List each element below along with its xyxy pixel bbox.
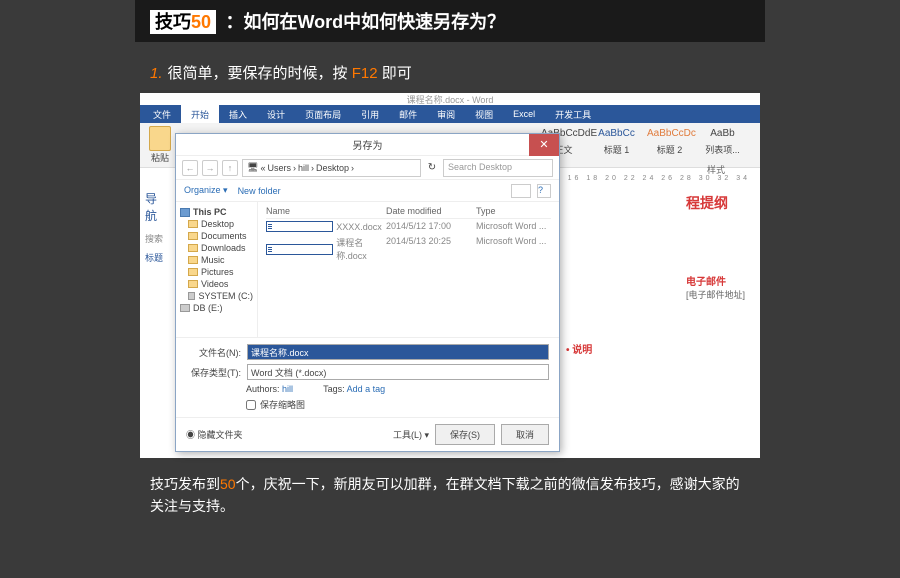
ruler: 16 18 20 22 24 26 28 30 32 34 bbox=[568, 175, 750, 182]
filename-input[interactable]: 课程名称.docx bbox=[247, 344, 549, 360]
save-as-dialog: 另存为 ✕ ← → ↑ 🖥 « Users › hill › Desktop ›… bbox=[175, 133, 560, 452]
word-screenshot: 课程名称.docx - Word 文件 开始 插入 设计 页面布局 引用 邮件 … bbox=[140, 93, 760, 458]
address-bar: ← → ↑ 🖥 « Users › hill › Desktop › ↻ Sea… bbox=[176, 156, 559, 180]
tab-home[interactable]: 开始 bbox=[181, 105, 219, 124]
close-button[interactable]: ✕ bbox=[529, 134, 559, 156]
tab-ref[interactable]: 引用 bbox=[351, 105, 389, 124]
help-button[interactable]: ? bbox=[537, 184, 551, 198]
tab-excel[interactable]: Excel bbox=[503, 106, 545, 122]
forward-button[interactable]: → bbox=[202, 160, 218, 176]
drive-icon bbox=[188, 292, 195, 300]
footer-text: 技巧发布到50个，庆祝一下，新朋友可以加群，在群文档下载之前的微信发布技巧，感谢… bbox=[135, 473, 765, 518]
document-background: 程提纲 电子邮件 [电子邮件地址] • 说明 bbox=[686, 193, 745, 356]
thumbnail-label: 保存缩略图 bbox=[260, 398, 305, 411]
tab-layout[interactable]: 页面布局 bbox=[295, 105, 351, 124]
drive-icon bbox=[180, 304, 190, 312]
col-type[interactable]: Type bbox=[476, 206, 551, 216]
styles-label: 样式 bbox=[707, 163, 725, 176]
file-row[interactable]: XXXX.docx 2014/5/12 17:00 Microsoft Word… bbox=[266, 219, 551, 234]
clipboard-icon bbox=[149, 126, 171, 151]
tags-value[interactable]: Add a tag bbox=[347, 384, 386, 394]
tools-button[interactable]: 工具(L) ▾ bbox=[393, 428, 429, 441]
col-name[interactable]: Name bbox=[266, 206, 386, 216]
folder-icon bbox=[188, 244, 198, 252]
navigation-pane: 导航 搜索 标题 bbox=[140, 185, 170, 269]
title-bar: 技巧50 ：如何在Word中如何快速另存为？ bbox=[135, 0, 765, 42]
thumbnail-checkbox[interactable] bbox=[246, 400, 256, 410]
view-button[interactable] bbox=[511, 184, 531, 198]
up-button[interactable]: ↑ bbox=[222, 160, 238, 176]
breadcrumb[interactable]: 🖥 « Users › hill › Desktop › bbox=[242, 159, 421, 177]
tip-badge: 技巧50 bbox=[150, 10, 216, 34]
hide-folders-button[interactable]: ◉ 隐藏文件夹 bbox=[186, 428, 243, 441]
filename-label: 文件名(N): bbox=[186, 346, 241, 359]
word-doc-icon bbox=[266, 244, 333, 255]
pc-icon: 🖥 bbox=[247, 162, 258, 173]
folder-icon bbox=[188, 268, 198, 276]
word-titlebar: 课程名称.docx - Word bbox=[140, 93, 760, 105]
word-doc-icon bbox=[266, 221, 333, 232]
tab-dev[interactable]: 开发工具 bbox=[545, 105, 601, 124]
file-row[interactable]: 课程名称.docx 2014/5/13 20:25 Microsoft Word… bbox=[266, 234, 551, 264]
organize-button[interactable]: Organize ▾ bbox=[184, 185, 228, 196]
search-input[interactable]: Search Desktop bbox=[443, 159, 553, 177]
tab-file[interactable]: 文件 bbox=[143, 105, 181, 124]
file-list[interactable]: Name Date modified Type XXXX.docx 2014/5… bbox=[258, 202, 559, 337]
dialog-toolbar: Organize ▾ New folder ? bbox=[176, 180, 559, 202]
title-text: ：如何在Word中如何快速另存为？ bbox=[225, 12, 505, 32]
ribbon-tabs: 文件 开始 插入 设计 页面布局 引用 邮件 审阅 视图 Excel 开发工具 bbox=[140, 105, 760, 123]
folder-icon bbox=[188, 232, 198, 240]
tab-insert[interactable]: 插入 bbox=[219, 105, 257, 124]
styles-gallery[interactable]: AaBbCcDdE正文 AaBbCc标题 1 AaBbCcDc标题 2 AaBb… bbox=[541, 128, 745, 156]
pc-icon bbox=[180, 208, 190, 217]
folder-icon bbox=[188, 220, 198, 228]
author-value[interactable]: hill bbox=[282, 384, 293, 394]
instruction-line: 1.很简单，要保存的时候，按 F12 即可 bbox=[150, 62, 765, 83]
folder-icon bbox=[188, 256, 198, 264]
col-date[interactable]: Date modified bbox=[386, 206, 476, 216]
back-button[interactable]: ← bbox=[182, 160, 198, 176]
filetype-label: 保存类型(T): bbox=[186, 366, 241, 379]
dialog-titlebar: 另存为 ✕ bbox=[176, 134, 559, 156]
save-button[interactable]: 保存(S) bbox=[435, 424, 495, 445]
cancel-button[interactable]: 取消 bbox=[501, 424, 549, 445]
sidebar-tree[interactable]: This PC Desktop Documents Downloads Musi… bbox=[176, 202, 258, 337]
folder-icon bbox=[188, 280, 198, 288]
tab-design[interactable]: 设计 bbox=[257, 105, 295, 124]
tab-mail[interactable]: 邮件 bbox=[389, 105, 427, 124]
paste-button[interactable]: 粘贴 bbox=[145, 126, 175, 164]
tab-view[interactable]: 视图 bbox=[465, 105, 503, 124]
tab-review[interactable]: 审阅 bbox=[427, 105, 465, 124]
new-folder-button[interactable]: New folder bbox=[238, 186, 281, 196]
filetype-select[interactable]: Word 文档 (*.docx) bbox=[247, 364, 549, 380]
